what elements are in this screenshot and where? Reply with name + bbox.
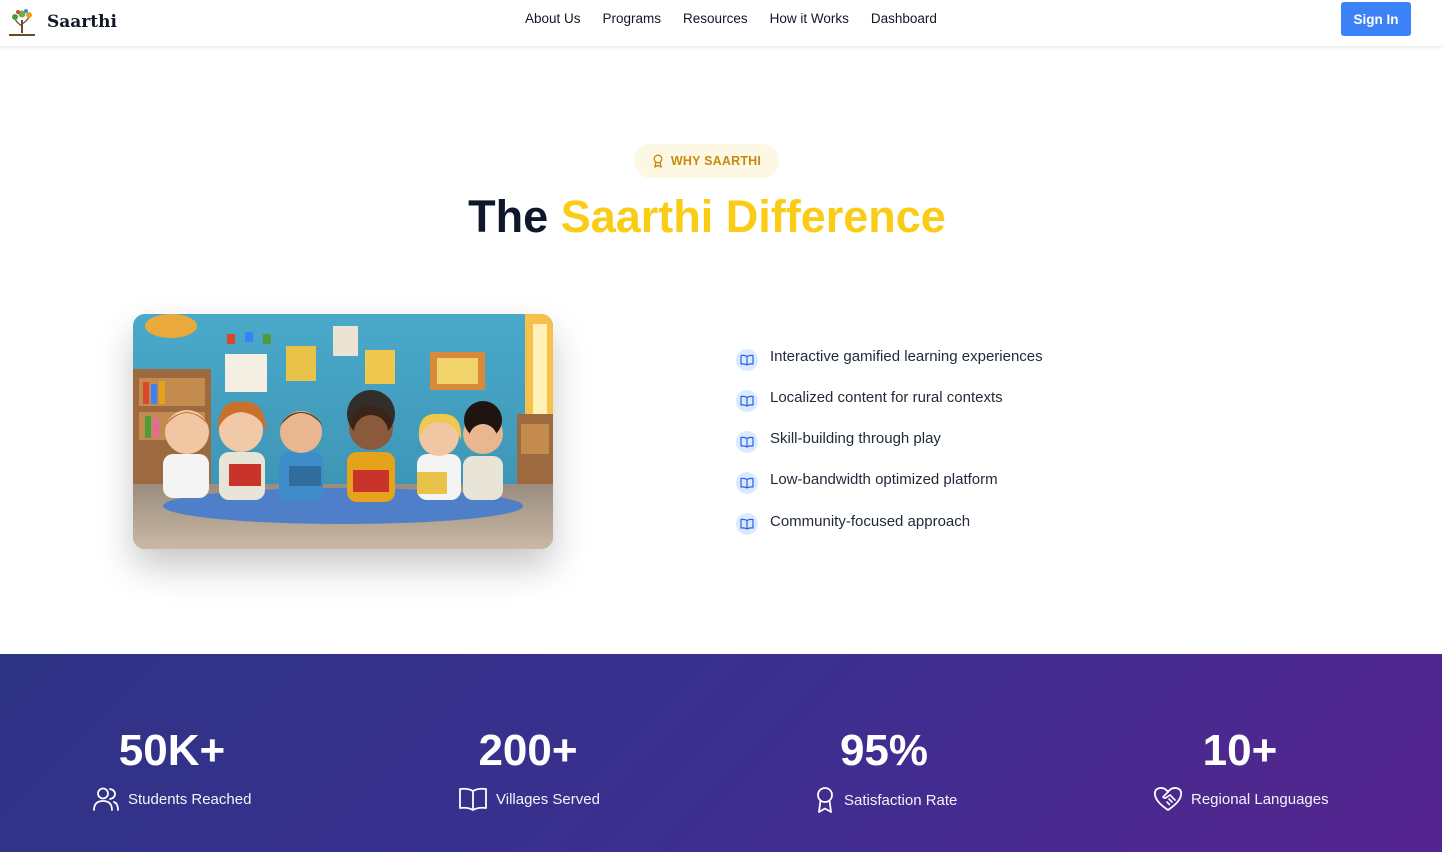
- title-accent: Saarthi Difference: [560, 191, 946, 242]
- feature-item: Low-bandwidth optimized platform: [736, 459, 1043, 500]
- book-icon: [459, 787, 487, 811]
- stat-label: Satisfaction Rate: [844, 791, 958, 809]
- badge-label: WHY SAARTHI: [670, 154, 762, 168]
- feature-text: Skill-building through play: [770, 430, 941, 447]
- book-icon: [736, 513, 758, 535]
- feature-list: Interactive gamified learning experience…: [736, 336, 1043, 542]
- feature-text: Community-focused approach: [770, 512, 971, 530]
- navbar: Saarthi About Us Programs Resources How …: [0, 0, 1442, 46]
- feature-item: Interactive gamified learning experience…: [736, 336, 1043, 377]
- book-icon: [736, 430, 758, 453]
- nav-link-how-it-works[interactable]: How it Works: [770, 11, 849, 26]
- book-icon: [736, 389, 758, 412]
- brand[interactable]: Saarthi: [6, 6, 117, 38]
- feature-item: Localized content for rural contexts: [736, 377, 1043, 418]
- section-title: The Saarthi Difference: [0, 190, 1414, 244]
- feature-text: Localized content for rural contexts: [770, 389, 1003, 406]
- saarthi-logo: [9, 9, 35, 36]
- why-saarthi-badge: WHY SAARTHI: [634, 144, 779, 178]
- feature-text: Interactive gamified learning experience…: [770, 348, 1043, 365]
- feature-item: Community-focused approach: [736, 500, 1043, 542]
- nav-link-programs[interactable]: Programs: [603, 11, 662, 26]
- award-icon: [817, 787, 833, 813]
- brand-name: Saarthi: [47, 12, 117, 32]
- classroom-illustration: [133, 314, 553, 549]
- nav-links: About Us Programs Resources How it Works…: [525, 11, 959, 26]
- nav-link-about-us[interactable]: About Us: [525, 11, 581, 26]
- feature-text: Low-bandwidth optimized platform: [770, 471, 998, 488]
- stat-value: 10+: [1202, 726, 1278, 775]
- stat-value: 95%: [839, 726, 929, 775]
- award-icon: [653, 154, 663, 168]
- nav-link-resources[interactable]: Resources: [683, 11, 748, 26]
- stat-label-row: Villages Served: [458, 786, 600, 812]
- stat-label: Regional Languages: [1191, 790, 1329, 808]
- stat-label-row: Regional Languages: [1153, 786, 1329, 812]
- heart-handshake-icon: [1153, 787, 1183, 811]
- children-reading-image: [133, 314, 553, 549]
- title-plain: The: [468, 191, 549, 242]
- stat-value: 200+: [478, 726, 578, 775]
- stat-label: Students Reached: [128, 790, 252, 808]
- users-icon: [93, 787, 119, 811]
- stat-label-row: Satisfaction Rate: [814, 786, 957, 814]
- stat-label: Villages Served: [496, 790, 600, 808]
- feature-item: Skill-building through play: [736, 418, 1043, 459]
- sign-in-button[interactable]: Sign In: [1341, 2, 1411, 36]
- stat-value: 50K+: [118, 726, 226, 775]
- nav-link-dashboard[interactable]: Dashboard: [871, 11, 937, 26]
- book-icon: [736, 471, 758, 494]
- book-icon: [736, 348, 758, 371]
- stat-label-row: Students Reached: [92, 786, 251, 812]
- stats-band: 50K+ Students Reached 200+ Villages Serv…: [0, 654, 1442, 852]
